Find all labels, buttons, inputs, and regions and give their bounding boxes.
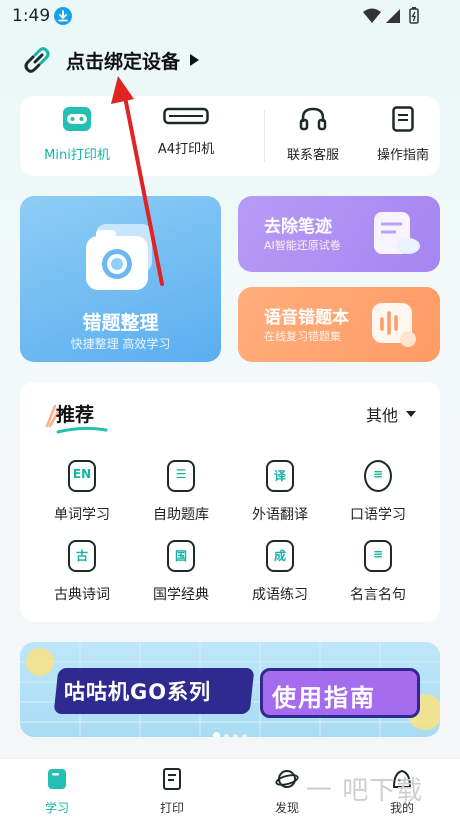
- tab-label: 学习: [44, 801, 69, 815]
- rec-label: 古典诗词: [54, 587, 110, 603]
- banner-right-text: 使用指南: [272, 684, 376, 712]
- tab-study[interactable]: 学习: [27, 767, 87, 816]
- device-label: 联系客服: [286, 148, 339, 163]
- rec-item-translation[interactable]: 译 外语翻译: [230, 460, 330, 524]
- rec-label: 口语学习: [350, 507, 406, 523]
- rec-item-idiom-practice[interactable]: 成 成语练习: [230, 540, 330, 604]
- remove-marks-subtitle: AI智能还原试卷: [264, 239, 341, 252]
- title-underline: [56, 426, 108, 434]
- operation-guide-button[interactable]: 操作指南: [358, 106, 448, 163]
- banner-pager-dots: [20, 724, 440, 737]
- status-time: 1:49: [12, 6, 51, 26]
- rec-item-word-learning[interactable]: EN 单词学习: [32, 460, 132, 524]
- bind-device-button[interactable]: 点击绑定设备: [20, 42, 200, 78]
- translation-icon: 译: [266, 460, 298, 496]
- mini-printer-icon: [63, 107, 91, 131]
- device-a4-printer[interactable]: A4打印机: [141, 106, 231, 157]
- a4-printer-icon: [163, 107, 209, 125]
- rec-item-classical-poetry[interactable]: 古 古典诗词: [32, 540, 132, 604]
- device-mini-printer[interactable]: Mini打印机: [32, 106, 122, 163]
- signal-icon: [386, 9, 400, 23]
- device-card: Mini打印机 A4打印机 联系客服 操作指南: [20, 96, 440, 176]
- voice-book-title: 语音错题本: [264, 308, 349, 328]
- word-learning-icon: EN: [68, 460, 100, 496]
- print-document-icon: [163, 768, 181, 790]
- voice-book-subtitle: 在线复习错题集: [264, 330, 341, 343]
- device-label: A4打印机: [157, 142, 215, 157]
- rec-label: 国学经典: [153, 587, 209, 603]
- wrong-questions-card[interactable]: 错题整理 快捷整理 高效学习: [20, 196, 221, 362]
- customer-service-button[interactable]: 联系客服: [268, 106, 358, 163]
- guide-document-icon: [392, 106, 414, 132]
- rec-label: 成语练习: [252, 587, 308, 603]
- other-label: 其他: [365, 406, 398, 425]
- recommend-section: 推荐 其他 EN 单词学习 ☰ 自助题库 译 外语翻译 ≡ 口语学习 古 古典诗…: [20, 382, 440, 622]
- tab-label: 打印: [159, 801, 184, 815]
- famous-quotes-icon: ≡: [364, 540, 396, 576]
- status-indicators: [362, 7, 424, 29]
- classical-poetry-icon: 古: [68, 540, 100, 576]
- sinology-classics-icon: 国: [167, 540, 199, 576]
- book-icon: [48, 769, 66, 789]
- rec-label: 自助题库: [153, 507, 209, 523]
- rec-label: 单词学习: [54, 507, 110, 523]
- speech-bubble-icon: ≡: [364, 460, 396, 496]
- status-bar: 1:49: [0, 0, 460, 32]
- watermark: 一 吧下载: [306, 776, 424, 806]
- rec-label: 名言名句: [350, 587, 406, 603]
- play-caret-icon: [190, 54, 200, 66]
- device-label: 操作指南: [376, 148, 429, 163]
- headset-icon: [299, 107, 327, 131]
- rec-item-speaking[interactable]: ≡ 口语学习: [328, 460, 428, 524]
- remove-marks-title: 去除笔迹: [264, 217, 332, 237]
- remove-marks-card[interactable]: 去除笔迹 AI智能还原试卷: [238, 196, 440, 272]
- other-dropdown[interactable]: 其他: [366, 402, 416, 426]
- wifi-icon: [363, 8, 381, 23]
- bind-device-label: 点击绑定设备: [66, 50, 181, 73]
- rec-item-famous-quotes[interactable]: ≡ 名言名句: [328, 540, 428, 604]
- wrong-questions-subtitle: 快捷整理 高效学习: [70, 337, 171, 351]
- idiom-practice-icon: 成: [266, 540, 298, 576]
- eraser-document-icon: [374, 212, 420, 254]
- promo-banner[interactable]: 咕咕机GO系列 使用指南: [20, 642, 440, 737]
- rec-item-sinology-classics[interactable]: 国 国学经典: [131, 540, 231, 604]
- rec-label: 外语翻译: [252, 507, 308, 523]
- dropdown-caret-icon: [406, 411, 416, 417]
- device-divider: [264, 110, 265, 162]
- rec-item-question-bank[interactable]: ☰ 自助题库: [131, 460, 231, 524]
- camera-icon: [86, 224, 152, 290]
- voice-wrong-book-card[interactable]: 语音错题本 在线复习错题集: [238, 287, 440, 362]
- banner-left-text: 咕咕机GO系列: [64, 680, 212, 704]
- device-label: Mini打印机: [44, 148, 110, 163]
- voice-wave-icon: [372, 303, 416, 347]
- link-icon: [24, 47, 50, 73]
- planet-icon: [275, 770, 299, 788]
- wrong-questions-title: 错题整理: [82, 312, 159, 334]
- question-bank-icon: ☰: [167, 460, 199, 496]
- download-notification-icon: [54, 7, 72, 25]
- recommend-title: 推荐: [56, 404, 95, 426]
- tab-print[interactable]: 打印: [142, 767, 202, 816]
